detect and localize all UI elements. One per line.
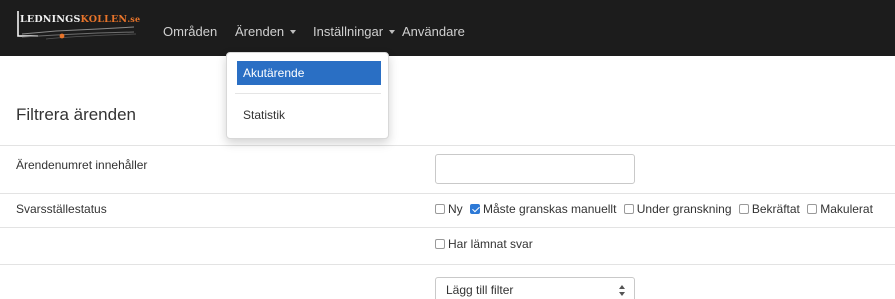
nav-item-arenden[interactable]: Ärenden: [235, 24, 297, 40]
status-options: Ny Måste granskas manuellt Under granskn…: [435, 201, 877, 217]
checkbox-checked[interactable]: [470, 204, 481, 214]
select-value: Lägg till filter: [446, 283, 514, 297]
checkbox-label: Makulerat: [820, 202, 873, 216]
logo-part-3: .se: [127, 14, 141, 24]
add-filter-select[interactable]: Lägg till filter: [435, 277, 635, 299]
status-label: Svarsställestatus: [16, 202, 107, 216]
nav-item-anvandare[interactable]: Användare: [402, 24, 465, 40]
page-title: Filtrera ärenden: [16, 105, 137, 124]
divider: [0, 227, 895, 228]
checkbox[interactable]: [738, 204, 749, 214]
divider: [0, 264, 895, 265]
nav-item-label: Inställningar: [313, 24, 384, 39]
status-option-bekraftat[interactable]: Bekräftat: [738, 202, 800, 216]
divider: [0, 193, 895, 194]
status-option-under-granskning[interactable]: Under granskning: [623, 202, 732, 216]
divider: [0, 145, 895, 146]
dropdown-divider: [235, 93, 381, 94]
extra-status-option[interactable]: Har lämnat svar: [435, 236, 533, 252]
caret-down-icon: [290, 29, 297, 34]
arenden-dropdown-menu: Akutärende Statistik: [226, 52, 389, 139]
checkbox-label: Under granskning: [636, 202, 732, 216]
checkbox-label: Måste granskas manuellt: [483, 202, 617, 216]
nav-item-label: Användare: [402, 24, 465, 39]
nav-item-omraden[interactable]: Områden: [163, 24, 217, 40]
top-navbar: LEDNINGSKOLLEN.se Områden Ärenden Instäl…: [0, 0, 895, 56]
dropdown-item-akutarende[interactable]: Akutärende: [237, 61, 381, 85]
logo-wordmark: LEDNINGSKOLLEN.se: [20, 14, 140, 25]
checkbox-label: Har lämnat svar: [448, 237, 533, 251]
checkbox[interactable]: [435, 204, 445, 214]
case-number-label: Ärendenumret innehåller: [16, 158, 148, 172]
nav-item-label: Områden: [163, 24, 218, 39]
status-option-makulerat[interactable]: Makulerat: [807, 202, 873, 216]
checkbox[interactable]: [807, 204, 818, 214]
checkbox-label: Ny: [448, 202, 463, 216]
checkbox-label: Bekräftat: [751, 202, 800, 216]
checkbox[interactable]: [435, 239, 445, 249]
dropdown-item-statistik[interactable]: Statistik: [243, 107, 285, 123]
case-number-input[interactable]: [435, 154, 635, 184]
status-option-ny[interactable]: Ny: [435, 202, 463, 216]
logo-part-1: LEDNINGS: [20, 14, 81, 25]
nav-item-installningar[interactable]: Inställningar: [313, 24, 396, 40]
checkbox[interactable]: [623, 204, 634, 214]
nav-item-label: Ärenden: [235, 24, 285, 39]
logo-part-2: KOLLEN: [80, 14, 128, 25]
brand-logo[interactable]: LEDNINGSKOLLEN.se: [16, 8, 140, 44]
caret-down-icon: [389, 29, 396, 34]
select-arrows-icon: [619, 285, 625, 296]
status-option-maste-granskas[interactable]: Måste granskas manuellt: [470, 202, 616, 216]
